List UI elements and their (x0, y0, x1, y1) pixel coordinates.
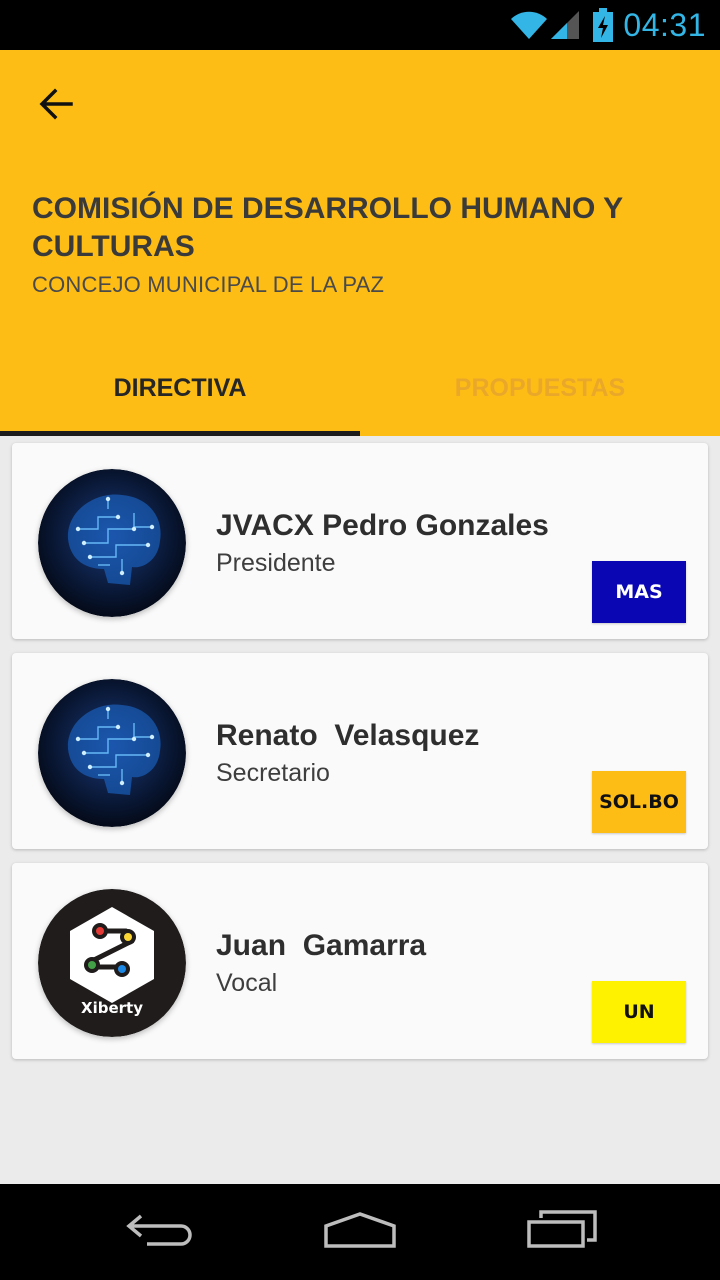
back-nav-button[interactable] (110, 1202, 210, 1262)
back-nav-icon (125, 1210, 195, 1255)
member-role: Presidente (216, 549, 336, 577)
recents-nav-button[interactable] (512, 1202, 612, 1262)
arrow-left-icon (38, 88, 74, 125)
party-badge: MAS (592, 561, 686, 623)
party-badge: UN (592, 981, 686, 1043)
home-nav-icon (322, 1210, 398, 1255)
member-role: Secretario (216, 759, 330, 787)
home-nav-button[interactable] (310, 1202, 410, 1262)
member-card[interactable]: Renato Velasquez Secretario SOL.BO (12, 653, 708, 849)
tab-label: PROPUESTAS (454, 373, 626, 402)
status-time: 04:31 (623, 6, 706, 43)
member-card[interactable]: JVACX Pedro Gonzales Presidente MAS (12, 443, 708, 639)
recents-nav-icon (525, 1209, 599, 1255)
tab-bar: DIRECTIVA PROPUESTAS (0, 340, 720, 436)
nav-bar (0, 1184, 720, 1280)
tab-propuestas[interactable]: PROPUESTAS (360, 340, 720, 436)
back-button[interactable] (24, 78, 88, 134)
tab-indicator (0, 431, 360, 436)
app-header: COMISIÓN DE DESARROLLO HUMANO Y CULTURAS… (0, 50, 720, 436)
member-name: Renato Velasquez (216, 719, 480, 752)
member-card[interactable]: Xiberty Juan Gamarra Vocal UN (12, 863, 708, 1059)
avatar-logo-text: Xiberty (81, 999, 143, 1017)
xiberty-logo-avatar: Xiberty (38, 889, 186, 1037)
page-subtitle: CONCEJO MUNICIPAL DE LA PAZ (32, 272, 385, 297)
page-title: COMISIÓN DE DESARROLLO HUMANO Y CULTURAS (32, 192, 623, 263)
brain-circuit-avatar (38, 469, 186, 617)
brain-circuit-avatar (38, 679, 186, 827)
member-name: Juan Gamarra (216, 929, 427, 962)
status-bar: 04:31 (0, 0, 720, 50)
wifi-icon (509, 9, 549, 41)
tab-directiva[interactable]: DIRECTIVA (0, 340, 360, 436)
battery-charging-icon (593, 8, 614, 42)
party-badge: SOL.BO (592, 771, 686, 833)
member-role: Vocal (216, 969, 278, 997)
member-name: JVACX Pedro Gonzales (216, 509, 549, 542)
signal-icon (551, 9, 581, 41)
tab-label: DIRECTIVA (113, 373, 247, 402)
